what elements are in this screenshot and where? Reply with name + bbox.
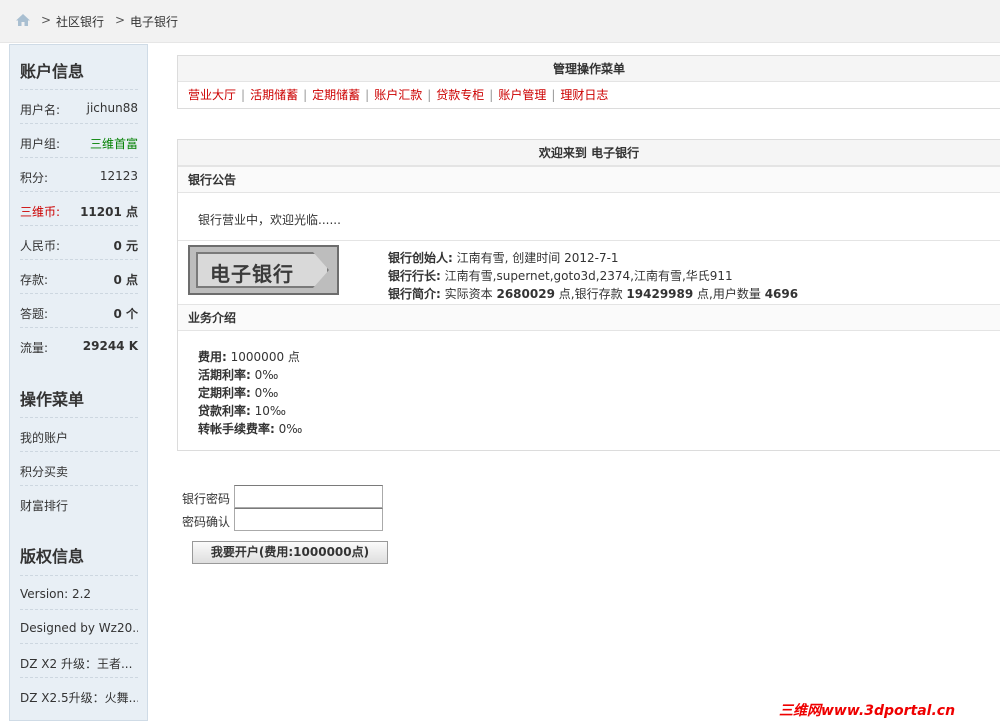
traffic-label: 流量: [20,341,49,355]
copyright-x2: DZ X2 升级：王者... [20,643,138,677]
notice-text: 银行营业中，欢迎光临...... [198,213,341,227]
president-value: 江南有雪,supernet,goto3d,2374,江南有雪,华氏911 [444,269,733,283]
fixed-rate-line: 定期利率: 0‰ [198,386,279,400]
rmb-row: 人民币: 0 元 [20,225,138,259]
breadcrumb-separator: > [41,13,52,27]
answers-value: 0 个 [113,307,138,321]
admin-menu-title: 管理操作菜单 [178,56,1000,82]
ops-menu-title: 操作菜单 [20,390,85,409]
password-label: 银行密码 [182,492,231,506]
watermark: 三维网www.3dportal.cn [779,703,956,719]
coin-label: 三维币: [20,205,61,219]
deposit-total-value: 19429989 [626,287,694,301]
password-input[interactable] [234,485,383,508]
answers-row: 答题: 0 个 [20,293,138,327]
breadcrumb: > 社区银行 > 电子银行 [0,0,1000,43]
points-row: 积分: 12123 [20,157,138,191]
breadcrumb-community-bank[interactable]: 社区银行 [56,13,104,30]
demand-rate-line: 活期利率: 0‰ [198,368,279,382]
username-value: jichun88 [86,101,138,115]
menu-remittance[interactable]: 账户汇款 [374,88,422,102]
menu-finance-log[interactable]: 理财日志 [560,88,608,102]
menu-fixed-savings[interactable]: 定期储蓄 [312,88,360,102]
menu-demand-savings[interactable]: 活期储蓄 [250,88,298,102]
username-label: 用户名: [20,103,61,117]
sidebar-item-label: 财富排行 [20,499,69,513]
president-line: 银行行长: 江南有雪,supernet,goto3d,2374,江南有雪,华氏9… [388,267,733,284]
sidebar-item-points-trade[interactable]: 积分买卖 [20,451,138,485]
founder-value: 江南有雪, 创建时间 2012-7-1 [456,251,619,265]
breadcrumb-ebank[interactable]: 电子银行 [130,13,178,30]
copyright-title: 版权信息 [20,547,85,566]
menu-loan[interactable]: 贷款专柜 [436,88,484,102]
traffic-value: 29244 K [82,339,138,353]
breadcrumb-separator: > [115,13,126,27]
sidebar-item-wealth-rank[interactable]: 财富排行 [20,485,138,519]
president-label: 银行行长: [388,269,441,283]
business-header: 业务介绍 [178,304,1000,331]
usergroup-value[interactable]: 三维首富 [90,135,138,152]
ebank-logo: 电子银行 [188,245,339,295]
copyright-designer: Designed by Wz20... [20,609,138,643]
points-label: 积分: [20,171,49,185]
coin-row: 三维币: 11201 点 [20,191,138,225]
welcome-panel: 欢迎来到 电子银行 银行公告 银行营业中，欢迎光临...... 电子银行 银行创… [177,139,1000,451]
usergroup-label: 用户组: [20,137,61,151]
menu-account-manage[interactable]: 账户管理 [498,88,546,102]
sidebar-item-label: 我的账户 [20,431,69,445]
deposit-value: 0 点 [113,273,138,287]
sidebar-item-my-account[interactable]: 我的账户 [20,417,138,451]
rmb-value: 0 元 [113,239,138,253]
answers-label: 答题: [20,307,49,321]
open-account-button[interactable]: 我要开户(费用:1000000点) [192,541,388,564]
points-value: 12123 [99,169,138,183]
capital-value: 2680029 [496,287,555,301]
intro-label: 银行简介: [388,287,441,301]
deposit-row: 存款: 0 点 [20,259,138,293]
menu-lobby[interactable]: 营业大厅 [188,88,236,102]
account-info-title: 账户信息 [20,62,85,81]
traffic-row: 流量: 29244 K [20,327,138,361]
username-row: 用户名: jichun88 [20,89,138,123]
logo-text: 电子银行 [210,262,294,286]
sidebar: 账户信息 用户名: jichun88 用户组: 三维首富 积分: 12123 三… [9,44,148,721]
confirm-label: 密码确认 [182,515,231,529]
home-icon[interactable] [15,13,31,27]
loan-rate-line: 贷款利率: 10‰ [198,404,287,418]
user-count-value: 4696 [764,287,799,301]
fee-line: 费用: 1000000 点 [198,350,300,364]
rmb-label: 人民币: [20,239,61,253]
deposit-label: 存款: [20,273,49,287]
sidebar-item-label: 积分买卖 [20,465,69,479]
copyright-x25: DZ X2.5升级：火舞... [20,677,138,711]
founder-line: 银行创始人: 江南有雪, 创建时间 2012-7-1 [388,249,619,266]
coin-value: 11201 点 [80,205,138,219]
confirm-password-input[interactable] [234,508,383,531]
copyright-version: Version: 2.2 [20,575,138,609]
intro-line: 银行简介: 实际资本 2680029 点,银行存款 19429989 点,用户数… [388,287,799,301]
divider [178,240,1000,241]
admin-menu-links: 营业大厅 | 活期储蓄 | 定期储蓄 | 账户汇款 | 贷款专柜 | 账户管理 | 理财日志 [188,88,609,102]
notice-header: 银行公告 [178,166,1000,193]
admin-menu-panel: 管理操作菜单 营业大厅 | 活期储蓄 | 定期储蓄 | 账户汇款 | 贷款专柜 | 账户管理 | 理财日… [177,55,1000,109]
founder-label: 银行创始人: [388,251,453,265]
usergroup-row: 用户组: 三维首富 [20,123,138,157]
welcome-title: 欢迎来到 电子银行 [178,140,1000,166]
transfer-fee-line: 转帐手续费率: 0‰ [198,422,303,436]
